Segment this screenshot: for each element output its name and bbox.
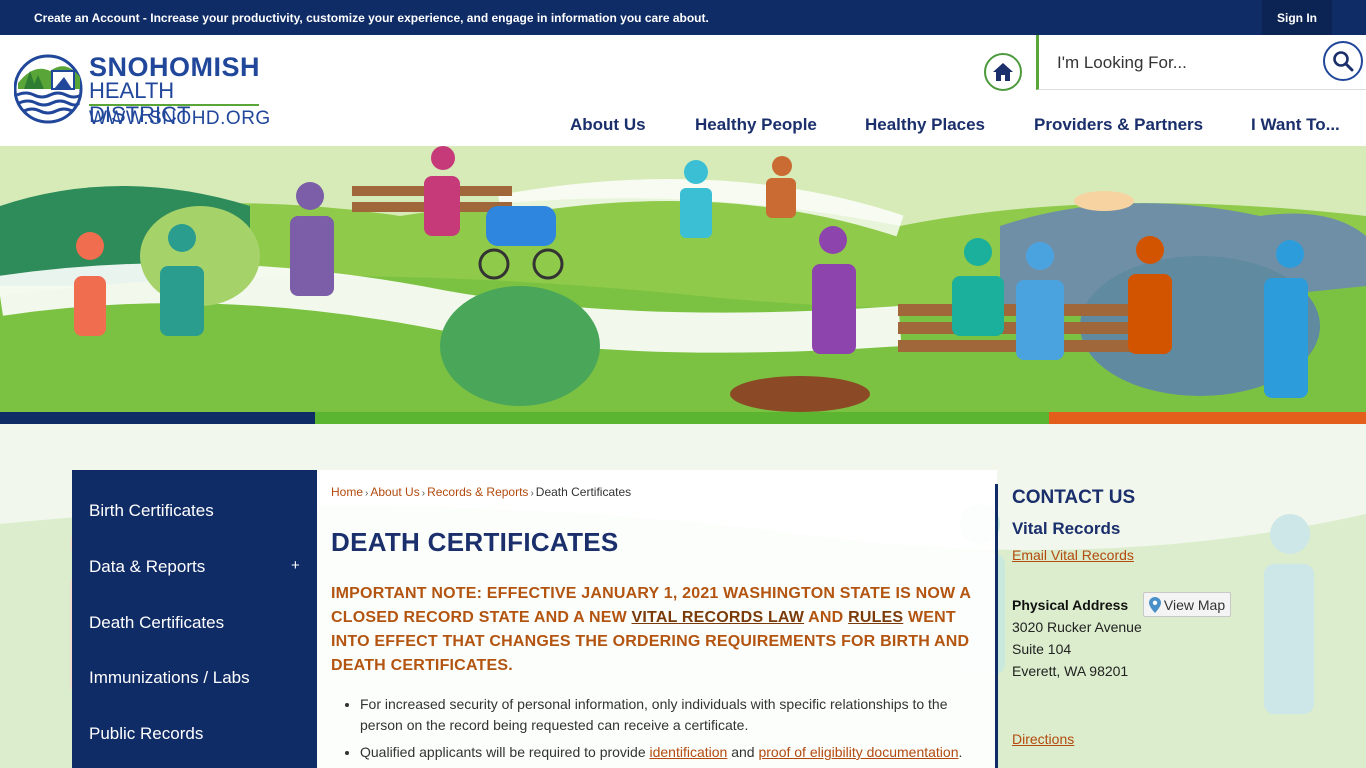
contact-subtitle: Vital Records	[1012, 519, 1121, 538]
breadcrumb-about-us[interactable]: About Us	[370, 485, 419, 499]
breadcrumb-separator: ›	[421, 488, 426, 499]
proof-of-eligibility-link[interactable]: proof of eligibility documentation	[758, 744, 958, 760]
sidebar-item-death-certificates[interactable]: Death Certificates	[89, 613, 224, 633]
top-bar: Create an Account - Increase your produc…	[0, 0, 1366, 35]
hero-stripe-green	[315, 412, 1049, 424]
list-item: For increased security of personal infor…	[360, 694, 991, 736]
address-line-2: Suite 104	[1012, 641, 1072, 657]
hero-stripe-navy	[0, 412, 315, 424]
address-line-1: 3020 Rucker Avenue	[1012, 619, 1142, 635]
nav-healthy-people[interactable]: Healthy People	[695, 115, 817, 135]
logo-divider	[89, 104, 259, 106]
logo-url: WWW.SNOHD.ORG	[89, 108, 271, 129]
breadcrumb-separator: ›	[365, 488, 369, 499]
contact-panel: CONTACT US Vital Records Email Vital Rec…	[995, 484, 1295, 768]
page-title: DEATH CERTIFICATES	[331, 527, 619, 557]
address-label: Physical Address	[1012, 597, 1129, 613]
identification-link[interactable]: identification	[650, 744, 728, 760]
search-input[interactable]	[1057, 49, 1307, 77]
info-list: For increased security of personal infor…	[331, 694, 991, 768]
breadcrumb: Home › About Us › Records & Reports › Death Ce…	[331, 485, 631, 499]
sidebar-nav: Birth Certificates Data & Reports + Deat…	[72, 470, 317, 768]
breadcrumb-separator: ›	[530, 488, 534, 499]
breadcrumb-records-reports[interactable]: Records & Reports	[427, 485, 528, 499]
view-map-label: View Map	[1163, 596, 1226, 613]
hero-stripe-orange	[1049, 412, 1366, 424]
important-note: IMPORTANT NOTE: EFFECTIVE JANUARY 1, 202…	[331, 582, 986, 678]
email-vital-records-link[interactable]: Email Vital Records	[1012, 547, 1134, 563]
nav-healthy-places[interactable]: Healthy Places	[865, 115, 985, 135]
bullet2-text-mid: and	[727, 744, 759, 760]
rules-link[interactable]: RULES	[848, 609, 903, 626]
vital-records-law-link[interactable]: VITAL RECORDS LAW	[632, 609, 805, 626]
logo-line-1: SNOHOMISH	[89, 52, 261, 82]
main-content: Home › About Us › Records & Reports › Death Ce…	[317, 470, 997, 768]
bullet2-text-end: .	[958, 744, 963, 760]
sidebar-item-data-reports[interactable]: Data & Reports	[89, 557, 205, 577]
hero-banner	[0, 146, 1366, 412]
view-map-button[interactable]: View Map	[1143, 592, 1231, 617]
logo-emblem-icon	[14, 54, 83, 124]
sidebar-item-public-records[interactable]: Public Records	[89, 724, 203, 744]
contact-title: CONTACT US	[1012, 487, 1136, 508]
map-pin-icon	[1148, 596, 1161, 613]
nav-about-us[interactable]: About Us	[570, 115, 646, 135]
nav-providers-partners[interactable]: Providers & Partners	[1034, 115, 1203, 135]
account-message-text: - Increase your productivity, customize …	[139, 11, 709, 25]
search-icon	[1333, 51, 1354, 72]
directions-link[interactable]: Directions	[1012, 731, 1074, 747]
site-logo[interactable]: SNOHOMISH HEALTH DISTRICT WWW.SNOHD.ORG	[14, 49, 270, 129]
address-line-3: Everett, WA 98201	[1012, 663, 1129, 679]
park-illustration	[0, 146, 1366, 412]
account-message: Create an Account - Increase your produc…	[34, 11, 709, 25]
search-box	[1036, 35, 1366, 90]
breadcrumb-current: Death Certificates	[535, 485, 632, 499]
bullet2-text-start: Qualified applicants will be required to…	[360, 744, 650, 760]
sign-in-button[interactable]: Sign In	[1262, 0, 1332, 35]
expand-icon[interactable]: +	[291, 557, 300, 574]
note-text-mid: AND	[804, 609, 849, 626]
sidebar-item-immunizations-labs[interactable]: Immunizations / Labs	[89, 668, 250, 688]
site-header: SNOHOMISH HEALTH DISTRICT WWW.SNOHD.ORG …	[0, 35, 1366, 146]
nav-i-want-to[interactable]: I Want To...	[1251, 115, 1340, 135]
home-button[interactable]	[984, 53, 1022, 91]
list-item: Qualified applicants will be required to…	[360, 742, 991, 763]
sidebar-item-birth-certificates[interactable]: Birth Certificates	[89, 501, 214, 521]
create-account-link[interactable]: Create an Account	[34, 11, 140, 25]
breadcrumb-home[interactable]: Home	[331, 485, 363, 499]
home-icon	[993, 63, 1013, 81]
search-button[interactable]	[1323, 41, 1363, 81]
